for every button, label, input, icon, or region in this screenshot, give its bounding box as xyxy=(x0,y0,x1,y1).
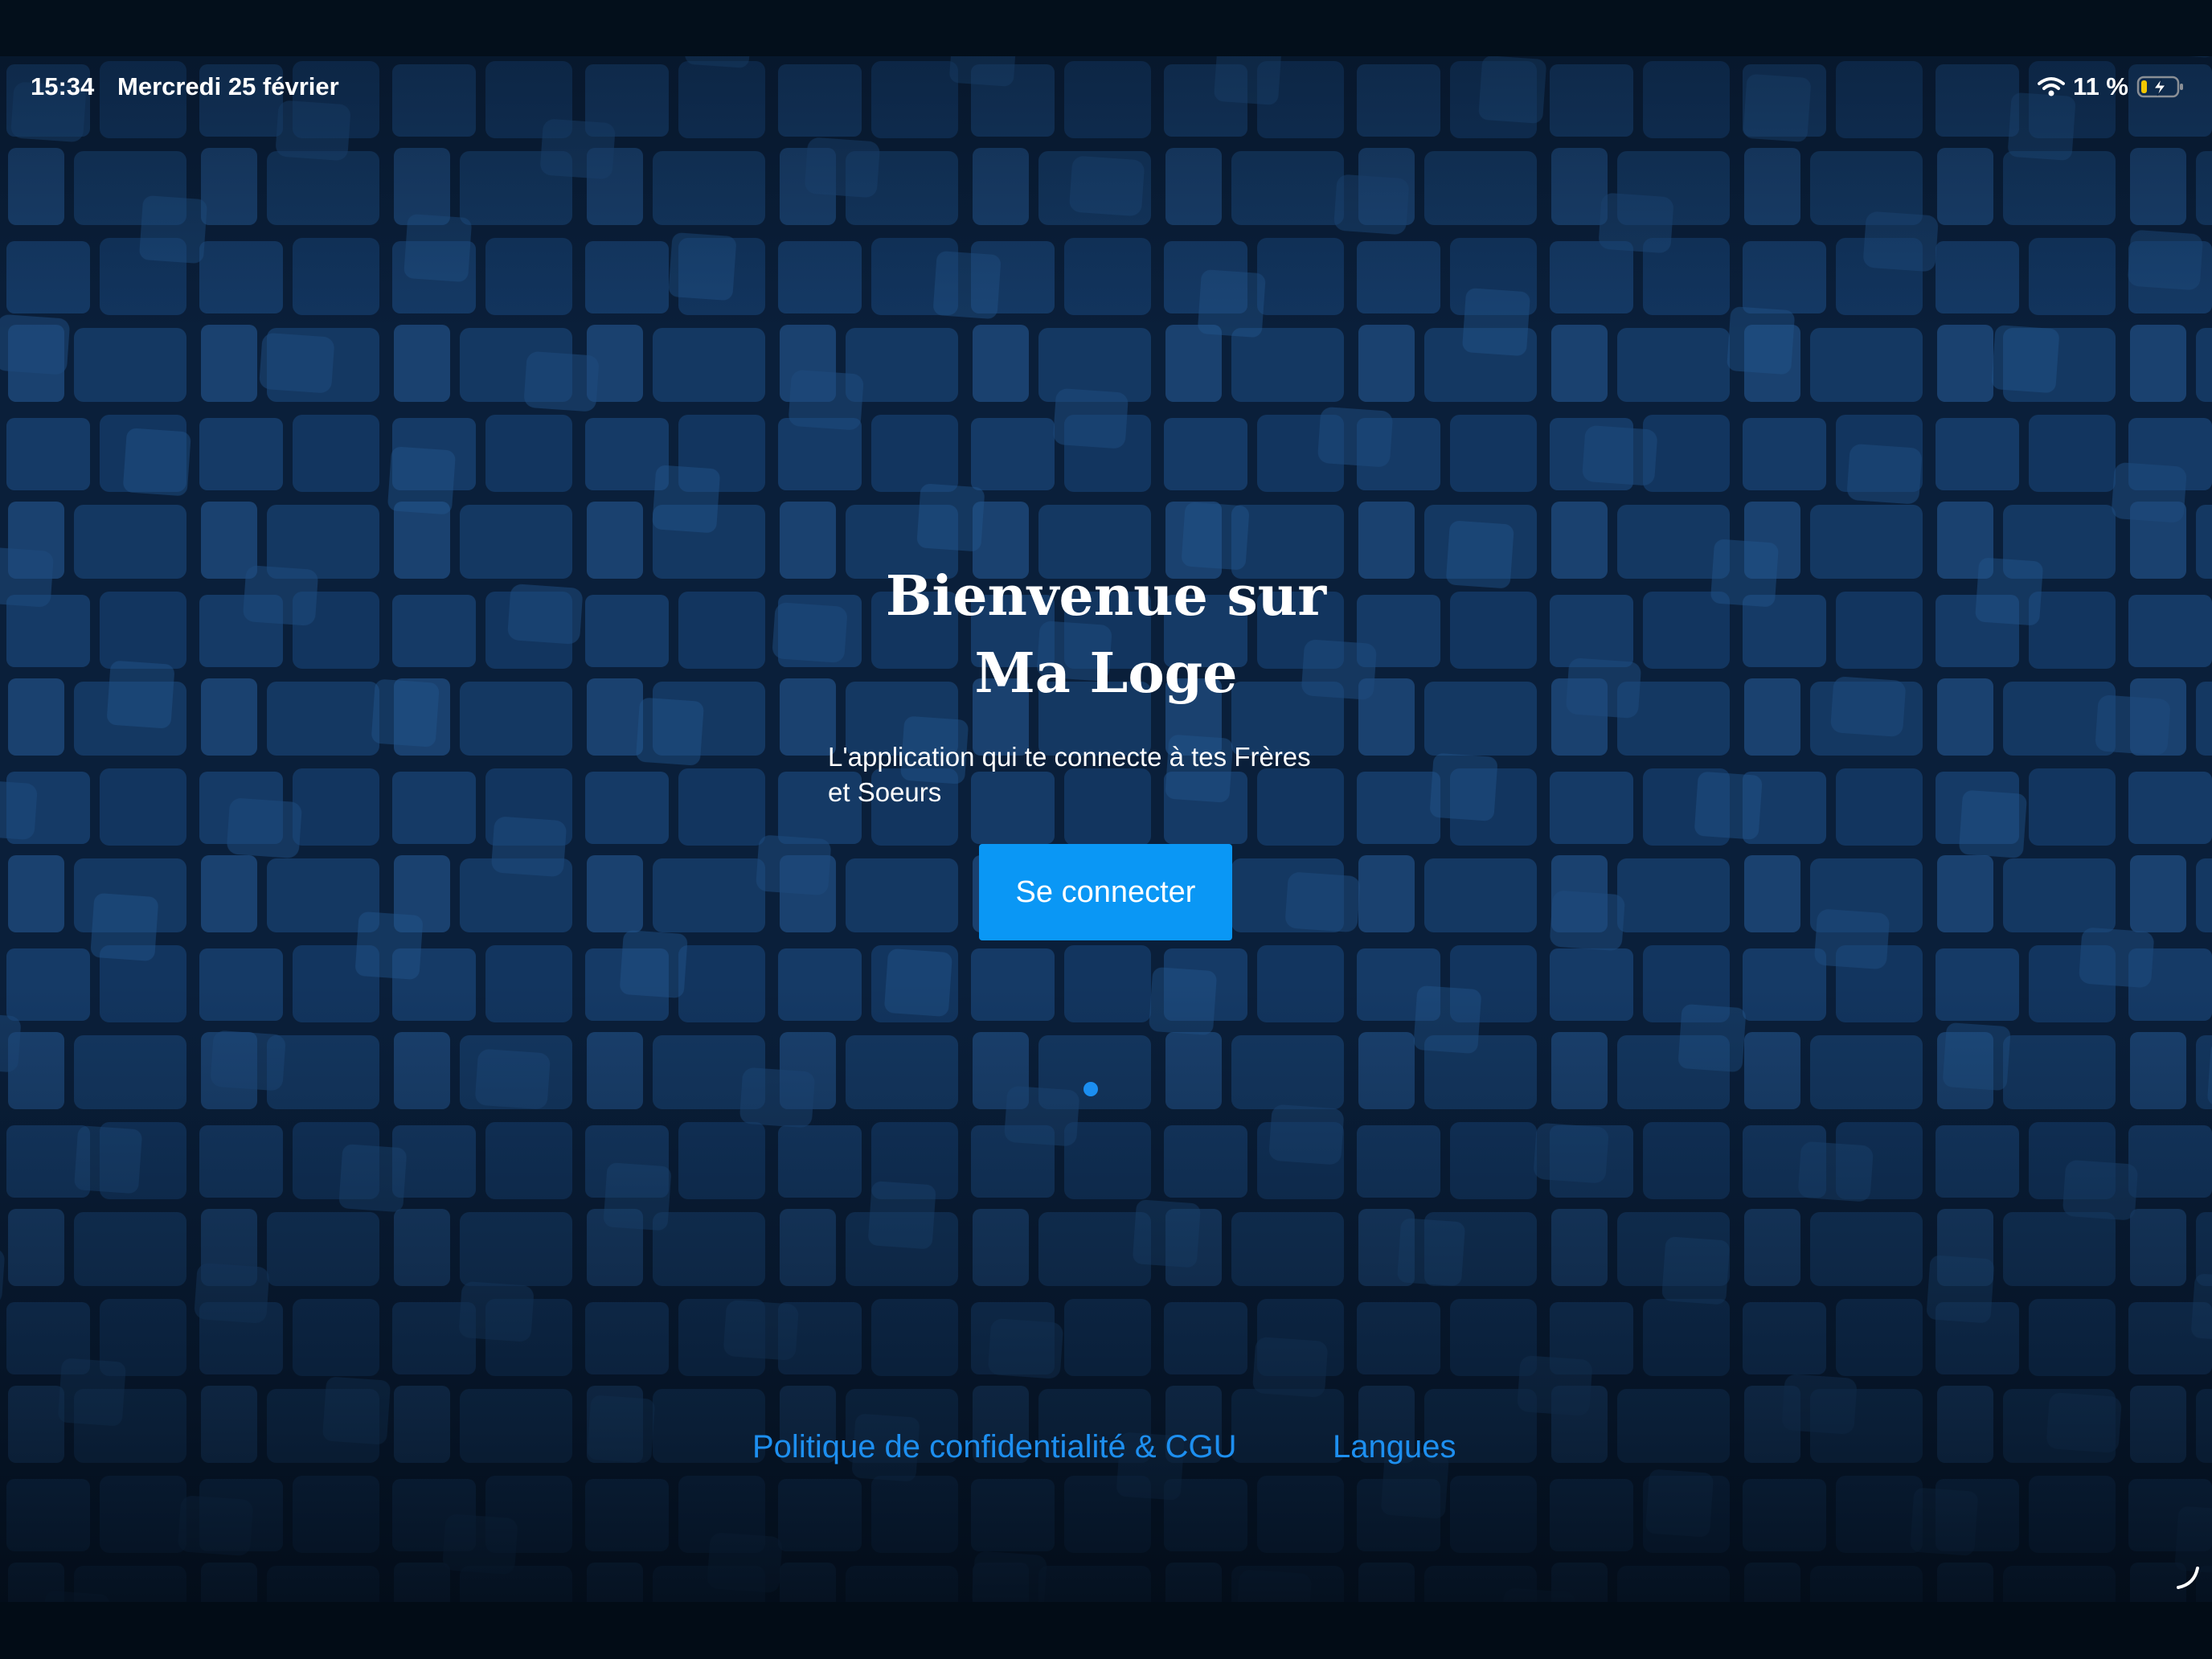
top-bezel xyxy=(0,0,2212,56)
loading-spinner-icon xyxy=(2177,1567,2199,1589)
wifi-icon xyxy=(2038,77,2066,96)
welcome-title-line1: Bienvenue sur xyxy=(885,564,1327,629)
status-indicators: 11 % xyxy=(2038,71,2185,103)
bottom-bezel xyxy=(0,1602,2212,1659)
welcome-subtitle: L'application qui te connecte à tes Frèr… xyxy=(828,739,1391,810)
background-vignette xyxy=(0,56,2212,1602)
welcome-subtitle-line1: L'application qui te connecte à tes Frèr… xyxy=(828,742,1311,772)
battery-charging-icon xyxy=(2136,76,2183,98)
page-indicator-dot[interactable] xyxy=(1083,1082,1098,1096)
welcome-subtitle-line2: et Soeurs xyxy=(828,777,942,807)
status-date: Mercredi 25 février xyxy=(117,72,339,100)
welcome-screen xyxy=(0,56,2212,1602)
welcome-title-line2: Ma Loge xyxy=(974,641,1238,706)
status-bar: 15:34 Mercredi 25 février 11 % xyxy=(0,64,2212,109)
status-time: 15:34 xyxy=(31,72,95,100)
privacy-policy-link[interactable]: Politique de confidentialité & CGU xyxy=(752,1429,1237,1465)
connect-button[interactable]: Se connecter xyxy=(979,844,1232,940)
battery-percentage: 11 % xyxy=(2073,72,2128,100)
welcome-title: Bienvenue sur Ma Loge xyxy=(0,558,2212,712)
languages-link[interactable]: Langues xyxy=(1333,1429,1456,1465)
